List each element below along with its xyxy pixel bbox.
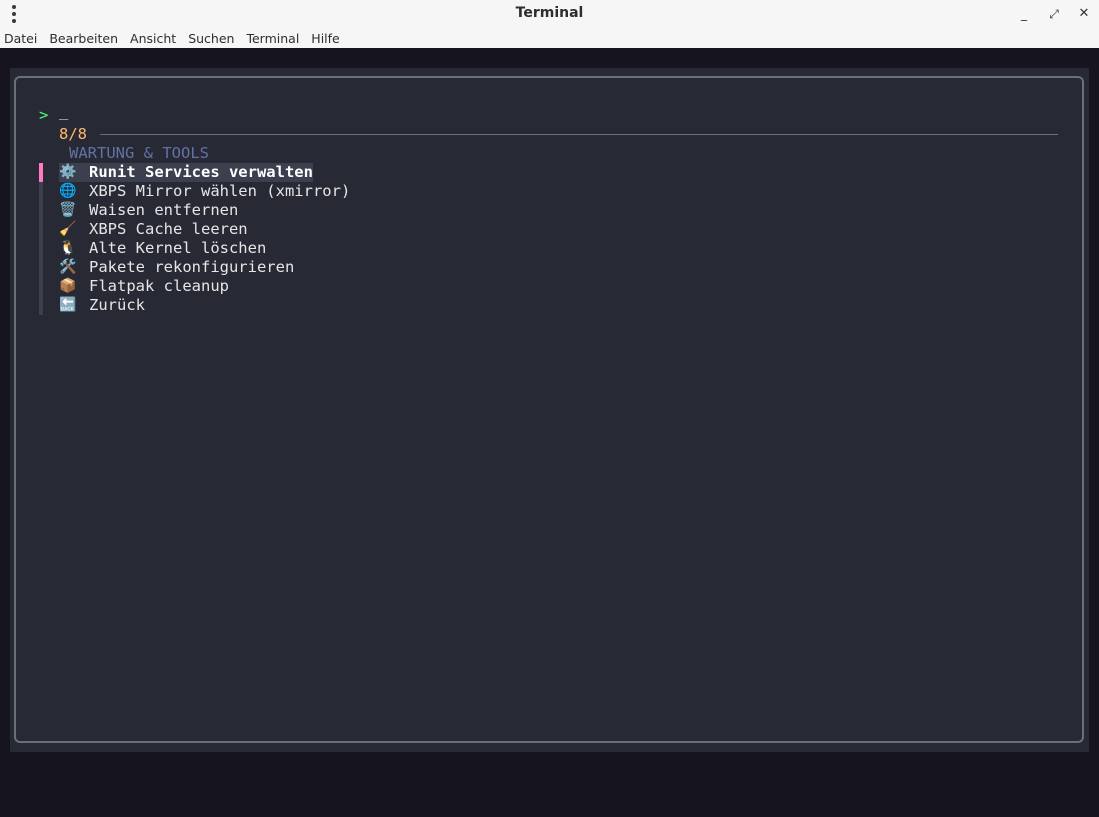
menu-list: ⚙️ Runit Services verwalten 🌐 XBPS Mirror w… — [39, 163, 369, 315]
list-item-content: 📦 Flatpak cleanup — [59, 277, 229, 296]
list-item[interactable]: 🌐 XBPS Mirror wählen (xmirror) — [39, 182, 369, 201]
list-gutter — [39, 220, 43, 239]
list-item-label: Zurück — [89, 296, 145, 314]
separator-rule — [100, 134, 1058, 135]
list-item[interactable]: 🔙 Zurück — [39, 296, 369, 315]
list-item-label: Flatpak cleanup — [89, 277, 229, 295]
list-item-content: ⚙️ Runit Services verwalten — [59, 163, 313, 182]
back-arrow-icon: 🔙 — [59, 297, 77, 313]
list-item-content: 🌐 XBPS Mirror wählen (xmirror) — [59, 182, 350, 201]
filter-prompt-line[interactable]: > _ — [39, 102, 95, 125]
menu-hilfe[interactable]: Hilfe — [311, 28, 351, 48]
close-button[interactable]: ✕ — [1074, 4, 1094, 24]
list-item[interactable]: 🧹 XBPS Cache leeren — [39, 220, 369, 239]
list-item-label: Waisen entfernen — [89, 201, 239, 219]
menu-ansicht[interactable]: Ansicht — [130, 28, 188, 48]
list-item-label: XBPS Mirror wählen (xmirror) — [89, 182, 351, 200]
section-header: WARTUNG & TOOLS — [69, 144, 209, 162]
terminal-area[interactable]: > _ 8/8 WARTUNG & TOOLS ⚙️ Runit Services… — [0, 48, 1099, 817]
match-count: 8/8 — [59, 125, 87, 143]
menu-bar: Datei Bearbeiten Ansicht Suchen Terminal… — [0, 28, 1099, 48]
menu-suchen[interactable]: Suchen — [188, 28, 246, 48]
match-count-line: 8/8 — [59, 125, 1059, 144]
list-item[interactable]: 📦 Flatpak cleanup — [39, 277, 369, 296]
text-cursor: _ — [59, 102, 69, 120]
list-item-label: Pakete rekonfigurieren — [89, 258, 295, 276]
list-item-content: 🐧 Alte Kernel löschen — [59, 239, 266, 258]
list-gutter — [39, 258, 43, 277]
list-item[interactable]: ⚙️ Runit Services verwalten — [39, 163, 369, 182]
gear-icon: ⚙️ — [59, 164, 77, 180]
menu-terminal[interactable]: Terminal — [246, 28, 311, 48]
globe-icon: 🌐 — [59, 183, 77, 199]
window-title: Terminal — [515, 5, 584, 21]
list-item-label: Runit Services verwalten — [89, 163, 313, 181]
tools-icon: 🛠️ — [59, 259, 77, 275]
list-gutter — [39, 201, 43, 220]
maximize-button[interactable]: ⤢ — [1044, 4, 1064, 24]
trash-icon: 🗑️ — [59, 202, 77, 218]
list-item-label: XBPS Cache leeren — [89, 220, 248, 238]
list-item[interactable]: 🗑️ Waisen entfernen — [39, 201, 369, 220]
title-bar: Terminal _ ⤢ ✕ — [0, 0, 1099, 28]
tui-panel: > _ 8/8 WARTUNG & TOOLS ⚙️ Runit Services… — [10, 68, 1089, 752]
list-item-content: 🔙 Zurück — [59, 296, 145, 315]
list-gutter — [39, 296, 43, 315]
list-gutter — [39, 277, 43, 296]
list-item-content: 🗑️ Waisen entfernen — [59, 201, 238, 220]
list-item-content: 🧹 XBPS Cache leeren — [59, 220, 248, 239]
list-item[interactable]: 🐧 Alte Kernel löschen — [39, 239, 369, 258]
prompt-symbol: > — [39, 106, 49, 124]
broom-icon: 🧹 — [59, 221, 77, 237]
list-item[interactable]: 🛠️ Pakete rekonfigurieren — [39, 258, 369, 277]
package-icon: 📦 — [59, 278, 77, 294]
menu-bearbeiten[interactable]: Bearbeiten — [49, 28, 130, 48]
minimize-button[interactable]: _ — [1014, 4, 1034, 24]
selection-indicator — [39, 163, 43, 182]
list-item-label: Alte Kernel löschen — [89, 239, 267, 257]
list-gutter — [39, 182, 43, 201]
list-gutter — [39, 239, 43, 258]
menu-datei[interactable]: Datei — [4, 28, 49, 48]
penguin-icon: 🐧 — [59, 240, 77, 256]
list-item-content: 🛠️ Pakete rekonfigurieren — [59, 258, 294, 277]
